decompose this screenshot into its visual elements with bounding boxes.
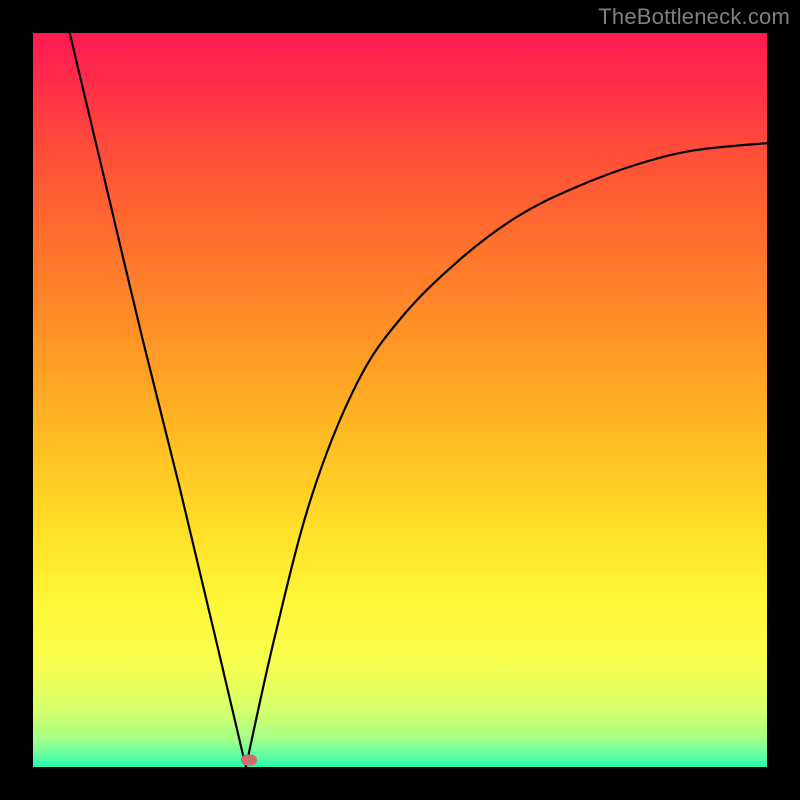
chart-frame: TheBottleneck.com: [0, 0, 800, 800]
watermark-text: TheBottleneck.com: [598, 4, 790, 30]
gradient-background: [33, 33, 767, 767]
gradient-and-curve: [33, 33, 767, 767]
plot-area: [33, 33, 767, 767]
optimal-marker: [241, 755, 257, 766]
